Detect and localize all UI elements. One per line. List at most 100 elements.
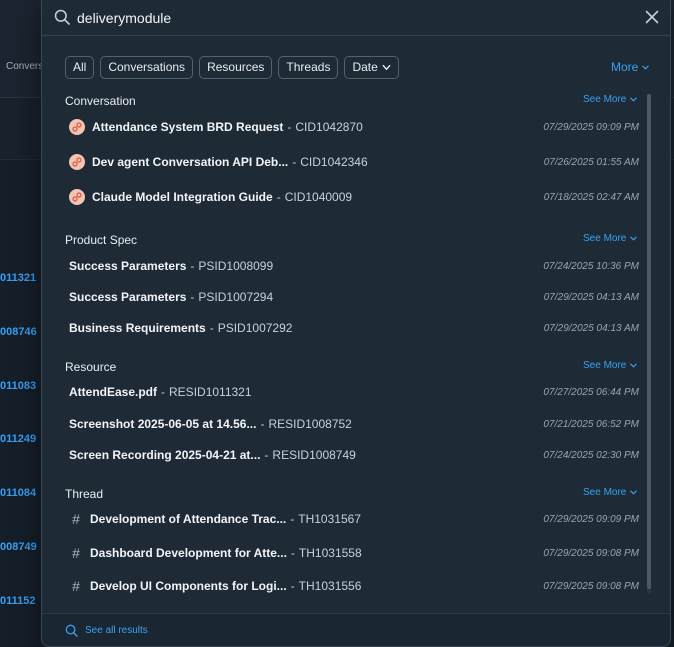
section-title-product-spec: Product Spec [65, 233, 138, 247]
result-row-product-spec[interactable]: Success Parameters - PSID1008099 07/24/2… [69, 253, 642, 279]
result-row-product-spec[interactable]: Success Parameters - PSID1007294 07/29/2… [69, 284, 642, 310]
section-title-thread: Thread [65, 487, 104, 501]
filter-chip-label: Conversations [108, 60, 186, 74]
result-separator: - [260, 417, 265, 431]
result-timestamp: 07/26/2025 01:55 AM [543, 156, 639, 168]
filter-chip-threads[interactable]: Threads [278, 56, 339, 79]
filter-chip-label: Resources [207, 60, 265, 74]
conversation-icon [69, 154, 85, 170]
section-title-conversation: Conversation [65, 94, 136, 108]
result-row-resource[interactable]: Screen Recording 2025-04-21 at... - RESI… [69, 442, 642, 468]
filter-chip-conversations[interactable]: Conversations [100, 56, 194, 79]
result-title: Dev agent Conversation API Deb... [92, 155, 289, 169]
result-id: RESID1008749 [272, 448, 356, 462]
filter-chip-resources[interactable]: Resources [199, 56, 273, 79]
result-separator: - [190, 290, 195, 304]
close-icon[interactable] [645, 10, 659, 24]
result-timestamp: 07/29/2025 04:13 AM [543, 291, 639, 303]
background-id-link[interactable]: 008749 [0, 541, 37, 553]
result-id: PSID1007294 [198, 290, 274, 304]
result-title: Success Parameters [69, 259, 187, 273]
chevron-down-icon [630, 236, 638, 241]
see-more-label: See More [583, 487, 627, 498]
result-title: Develop UI Components for Logi... [90, 579, 287, 593]
section-title-resource: Resource [65, 360, 117, 374]
hash-icon: # [72, 578, 80, 594]
filter-chip-all[interactable]: All [65, 56, 95, 79]
result-title: Screen Recording 2025-04-21 at... [69, 448, 261, 462]
result-title: Business Requirements [69, 321, 206, 335]
search-icon [65, 624, 78, 637]
result-timestamp: 07/18/2025 02:47 AM [543, 191, 639, 203]
result-separator: - [276, 190, 281, 204]
more-label: More [611, 60, 639, 74]
result-separator: - [190, 259, 195, 273]
result-id: RESID1008752 [268, 417, 352, 431]
filter-chip-label: Threads [286, 60, 331, 74]
result-timestamp: 07/29/2025 09:09 PM [543, 513, 639, 525]
result-id: TH1031567 [298, 512, 361, 526]
filter-chip-label: Date [352, 60, 378, 74]
filter-chip-label: All [73, 60, 87, 74]
result-row-thread[interactable]: # Dashboard Development for Atte... - TH… [69, 540, 642, 566]
see-more-resource-button[interactable]: See More [583, 360, 638, 371]
result-timestamp: 07/24/2025 10:36 PM [543, 260, 639, 272]
result-title: Success Parameters [69, 290, 187, 304]
scrollbar-thumb[interactable] [647, 94, 651, 589]
background-id-link[interactable]: 008746 [0, 326, 37, 338]
background-id-link[interactable]: 011152 [0, 595, 36, 607]
popover-footer: See all results [42, 613, 670, 646]
result-id: RESID1011321 [169, 385, 252, 399]
conversation-icon [69, 119, 85, 135]
result-separator: - [290, 546, 295, 560]
see-more-label: See More [583, 94, 627, 105]
result-row-resource[interactable]: Screenshot 2025-06-05 at 14.56... - RESI… [69, 411, 642, 437]
result-id: TH1031556 [298, 579, 362, 593]
result-timestamp: 07/21/2025 06:52 PM [543, 418, 639, 430]
result-id: CID1042346 [300, 155, 368, 169]
result-separator: - [264, 448, 269, 462]
background-id-link[interactable]: 011321 [0, 272, 36, 284]
result-timestamp: 07/27/2025 06:44 PM [543, 386, 639, 398]
background-id-link[interactable]: 011084 [0, 487, 36, 499]
chevron-down-icon [630, 490, 638, 495]
result-id: CID1040009 [284, 190, 353, 204]
result-id: CID1042870 [295, 120, 363, 134]
result-title: AttendEase.pdf [69, 385, 158, 399]
result-timestamp: 07/29/2025 09:08 PM [543, 580, 639, 592]
conversation-icon [69, 189, 85, 205]
see-more-label: See More [583, 360, 627, 371]
result-title: Claude Model Integration Guide [92, 190, 273, 204]
result-timestamp: 07/29/2025 09:08 PM [543, 547, 639, 559]
result-row-conversation[interactable]: Dev agent Conversation API Deb... - CID1… [69, 149, 642, 175]
background-tab-conversations[interactable]: Convers [6, 61, 43, 72]
background-id-link[interactable]: 011083 [0, 380, 36, 392]
result-row-thread[interactable]: # Development of Attendance Trac... - TH… [69, 506, 642, 532]
chevron-down-icon [642, 65, 650, 69]
see-more-product-spec-button[interactable]: See More [583, 233, 638, 244]
filter-chip-date[interactable]: Date [344, 56, 399, 79]
result-row-conversation[interactable]: Attendance System BRD Request - CID10428… [69, 114, 642, 140]
search-bar [42, 0, 670, 36]
search-icon [54, 9, 70, 25]
more-filters-button[interactable]: More [611, 60, 650, 74]
see-more-thread-button[interactable]: See More [583, 487, 638, 498]
result-title: Attendance System BRD Request [92, 120, 284, 134]
result-separator: - [161, 385, 166, 399]
result-separator: - [290, 579, 295, 593]
result-row-conversation[interactable]: Claude Model Integration Guide - CID1040… [69, 184, 642, 210]
search-input[interactable] [77, 8, 597, 28]
result-row-product-spec[interactable]: Business Requirements - PSID1007292 07/2… [69, 315, 642, 341]
see-all-results-link[interactable]: See all results [65, 624, 148, 637]
result-row-thread[interactable]: # Develop UI Components for Logi... - TH… [69, 573, 642, 599]
result-title: Screenshot 2025-06-05 at 14.56... [69, 417, 257, 431]
background-id-link[interactable]: 011249 [0, 433, 36, 445]
result-row-resource[interactable]: AttendEase.pdf - RESID1011321 07/27/2025… [69, 379, 642, 405]
see-more-conversation-button[interactable]: See More [583, 94, 638, 105]
result-id: PSID1008099 [198, 259, 274, 273]
result-id: TH1031558 [298, 546, 362, 560]
result-separator: - [209, 321, 214, 335]
result-separator: - [292, 155, 297, 169]
result-title: Dashboard Development for Atte... [90, 546, 287, 560]
result-id: PSID1007292 [217, 321, 293, 335]
